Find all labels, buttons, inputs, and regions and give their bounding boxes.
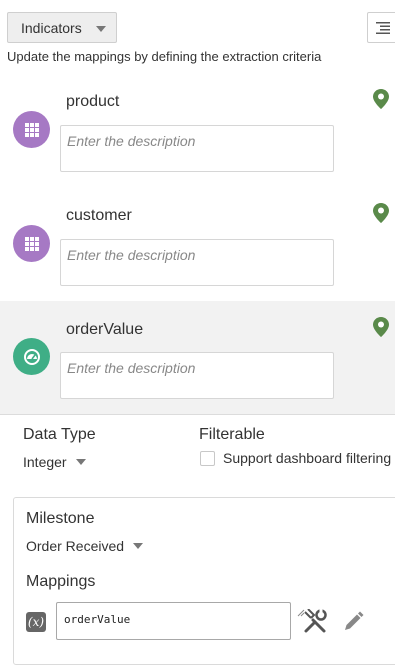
map-pin-icon[interactable]	[373, 203, 389, 223]
gauge-icon	[13, 338, 50, 375]
indicator-name: product	[66, 93, 120, 110]
indicators-dropdown-label: Indicators	[21, 19, 82, 36]
indicators-dropdown[interactable]: Indicators	[7, 12, 117, 43]
map-pin-icon[interactable]	[373, 89, 389, 109]
indicator-row-customer[interactable]: customer Enter the description	[0, 186, 395, 300]
chevron-down-icon	[133, 543, 144, 549]
section-divider	[0, 414, 395, 415]
indicator-row-ordervalue[interactable]: orderValue Enter the description	[0, 301, 395, 415]
mappings-label: Mappings	[26, 573, 96, 590]
milestone-select[interactable]: Order Received	[26, 538, 144, 554]
list-icon	[376, 21, 390, 34]
filterable-option-label: Support dashboard filtering	[223, 450, 392, 466]
indicator-name: customer	[66, 207, 132, 224]
milestone-value: Order Received	[26, 538, 125, 554]
list-menu-button[interactable]	[367, 12, 395, 43]
description-field[interactable]: Enter the description	[60, 239, 334, 286]
data-type-label: Data Type	[23, 426, 96, 443]
filterable-label: Filterable	[199, 426, 265, 443]
filterable-checkbox[interactable]	[200, 451, 215, 466]
grid-icon	[13, 225, 50, 262]
function-icon[interactable]: (x)	[26, 612, 46, 632]
mapping-expression-field[interactable]: orderValue	[56, 602, 291, 640]
map-pin-icon[interactable]	[373, 317, 389, 337]
description-field[interactable]: Enter the description	[60, 352, 334, 399]
indicator-name: orderValue	[66, 321, 144, 338]
indicator-row-product[interactable]: product Enter the description	[0, 72, 395, 186]
chevron-down-icon	[95, 25, 106, 32]
tools-icon[interactable]	[302, 609, 328, 635]
grid-icon	[13, 111, 50, 148]
milestone-label: Milestone	[26, 510, 95, 527]
data-type-value: Integer	[23, 454, 67, 470]
data-type-select[interactable]: Integer	[23, 454, 86, 470]
fx-symbol: (x)	[27, 615, 45, 629]
page-subtitle: Update the mappings by defining the extr…	[7, 49, 322, 64]
chevron-down-icon	[75, 459, 86, 465]
pencil-icon[interactable]	[342, 611, 364, 633]
description-field[interactable]: Enter the description	[60, 125, 334, 172]
